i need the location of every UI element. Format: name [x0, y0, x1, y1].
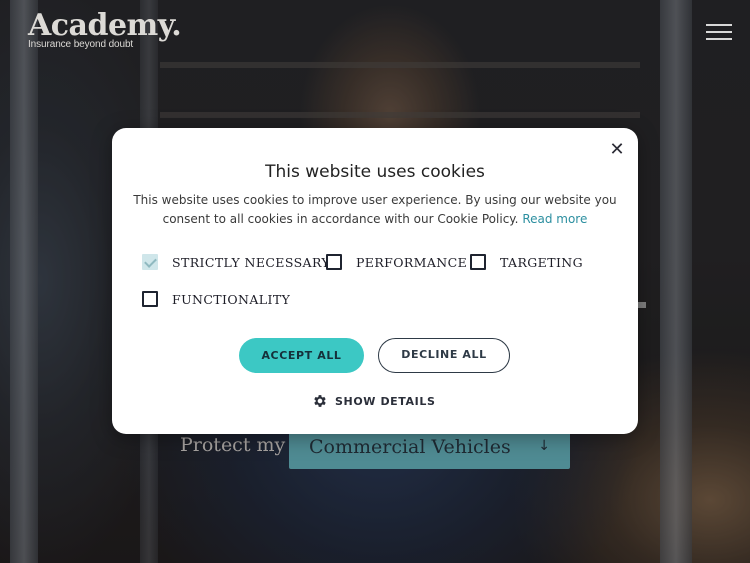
read-more-link[interactable]: Read more — [522, 212, 587, 226]
brand-name: Academy. — [28, 8, 182, 43]
close-icon[interactable]: ✕ — [608, 140, 626, 160]
accept-all-button[interactable]: ACCEPT ALL — [239, 338, 364, 373]
cookie-option-targeting[interactable]: TARGETING — [470, 254, 583, 270]
targeting-checkbox[interactable] — [470, 254, 486, 270]
show-details-label: SHOW DETAILS — [335, 394, 436, 408]
arrow-down-icon: ↓ — [538, 438, 550, 454]
brand-logo[interactable]: Academy. Insurance beyond doubt — [28, 8, 182, 50]
protect-select-value: Commercial Vehicles — [309, 436, 511, 458]
decline-all-button[interactable]: DECLINE ALL — [378, 338, 510, 373]
show-details-button[interactable]: SHOW DETAILS — [312, 393, 435, 409]
strictly-necessary-checkbox — [142, 254, 158, 270]
cookie-dialog-title: This website uses cookies — [265, 162, 485, 182]
performance-checkbox[interactable] — [326, 254, 342, 270]
cookie-option-strictly-necessary: STRICTLY NECESSARY — [142, 254, 330, 270]
hamburger-menu-icon[interactable] — [704, 22, 734, 42]
strictly-necessary-label: STRICTLY NECESSARY — [172, 254, 331, 270]
gear-icon — [314, 395, 326, 407]
performance-label[interactable]: PERFORMANCE — [356, 255, 467, 270]
cookie-option-performance[interactable]: PERFORMANCE — [326, 254, 467, 270]
targeting-label[interactable]: TARGETING — [500, 255, 583, 270]
protect-label: Protect my — [180, 434, 286, 456]
cookie-dialog-description: This website uses cookies to improve use… — [128, 191, 622, 229]
cookie-consent-dialog: ✕ This website uses cookies This website… — [112, 128, 638, 434]
functionality-checkbox[interactable] — [142, 291, 158, 307]
cookie-option-functionality[interactable]: FUNCTIONALITY — [142, 291, 290, 307]
functionality-label[interactable]: FUNCTIONALITY — [172, 292, 290, 307]
